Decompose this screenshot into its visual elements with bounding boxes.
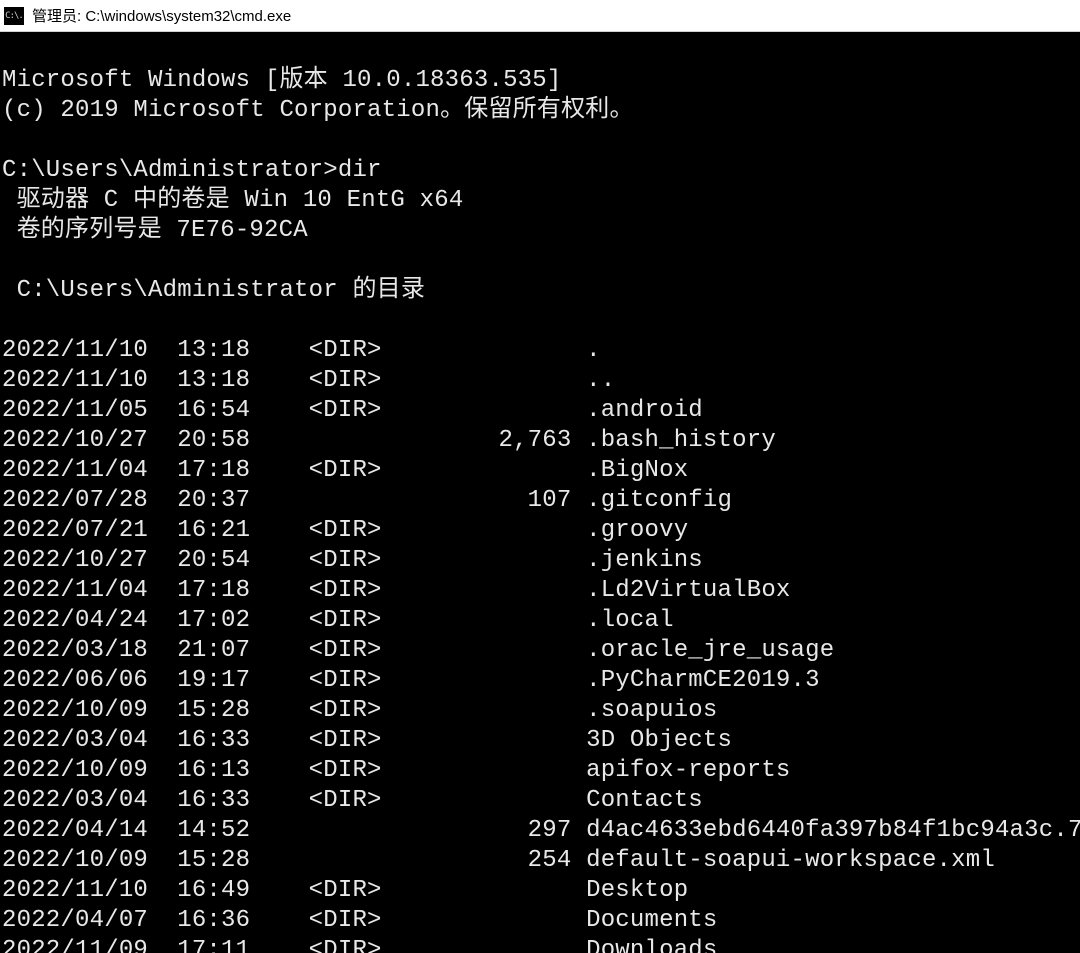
window-title: 管理员: C:\windows\system32\cmd.exe [32,5,291,26]
blank-line [2,247,17,274]
dir-entry: 2022/11/10 16:49 <DIR> Desktop [2,876,1078,906]
dir-entry: 2022/11/04 17:18 <DIR> .Ld2VirtualBox [2,576,1078,606]
dir-entry: 2022/07/28 20:37 107 .gitconfig [2,486,1078,516]
dir-entry: 2022/06/06 19:17 <DIR> .PyCharmCE2019.3 [2,666,1078,696]
dir-entry: 2022/04/24 17:02 <DIR> .local [2,606,1078,636]
dir-entry: 2022/10/09 15:28 254 default-soapui-work… [2,846,1078,876]
terminal-output[interactable]: Microsoft Windows [版本 10.0.18363.535] (c… [0,32,1080,953]
dir-entry: 2022/10/27 20:58 2,763 .bash_history [2,426,1078,456]
blank-line [2,127,17,154]
dir-listing: 2022/11/10 13:18 <DIR> .2022/11/10 13:18… [2,336,1078,953]
window-titlebar[interactable]: C:\. 管理员: C:\windows\system32\cmd.exe [0,0,1080,32]
header-line-1: Microsoft Windows [版本 10.0.18363.535] [2,67,561,94]
dir-entry: 2022/11/10 13:18 <DIR> .. [2,366,1078,396]
header-line-2: (c) 2019 Microsoft Corporation。保留所有权利。 [2,97,634,124]
dir-entry: 2022/11/09 17:11 <DIR> Downloads [2,936,1078,953]
dir-entry: 2022/10/09 15:28 <DIR> .soapuios [2,696,1078,726]
dir-entry: 2022/10/27 20:54 <DIR> .jenkins [2,546,1078,576]
blank-line [2,307,17,334]
dir-entry: 2022/03/04 16:33 <DIR> 3D Objects [2,726,1078,756]
prompt-line: C:\Users\Administrator>dir [2,157,382,184]
dir-entry: 2022/04/07 16:36 <DIR> Documents [2,906,1078,936]
dir-entry: 2022/10/09 16:13 <DIR> apifox-reports [2,756,1078,786]
cmd-icon: C:\. [4,7,24,25]
dir-entry: 2022/11/05 16:54 <DIR> .android [2,396,1078,426]
dir-entry: 2022/11/10 13:18 <DIR> . [2,336,1078,366]
dir-entry: 2022/07/21 16:21 <DIR> .groovy [2,516,1078,546]
dir-entry: 2022/03/04 16:33 <DIR> Contacts [2,786,1078,816]
dir-of-line: C:\Users\Administrator 的目录 [2,277,425,304]
dir-entry: 2022/11/04 17:18 <DIR> .BigNox [2,456,1078,486]
dir-entry: 2022/04/14 14:52 297 d4ac4633ebd6440fa39… [2,816,1078,846]
dir-entry: 2022/03/18 21:07 <DIR> .oracle_jre_usage [2,636,1078,666]
volume-line: 驱动器 C 中的卷是 Win 10 EntG x64 [2,187,463,214]
serial-line: 卷的序列号是 7E76-92CA [2,217,308,244]
